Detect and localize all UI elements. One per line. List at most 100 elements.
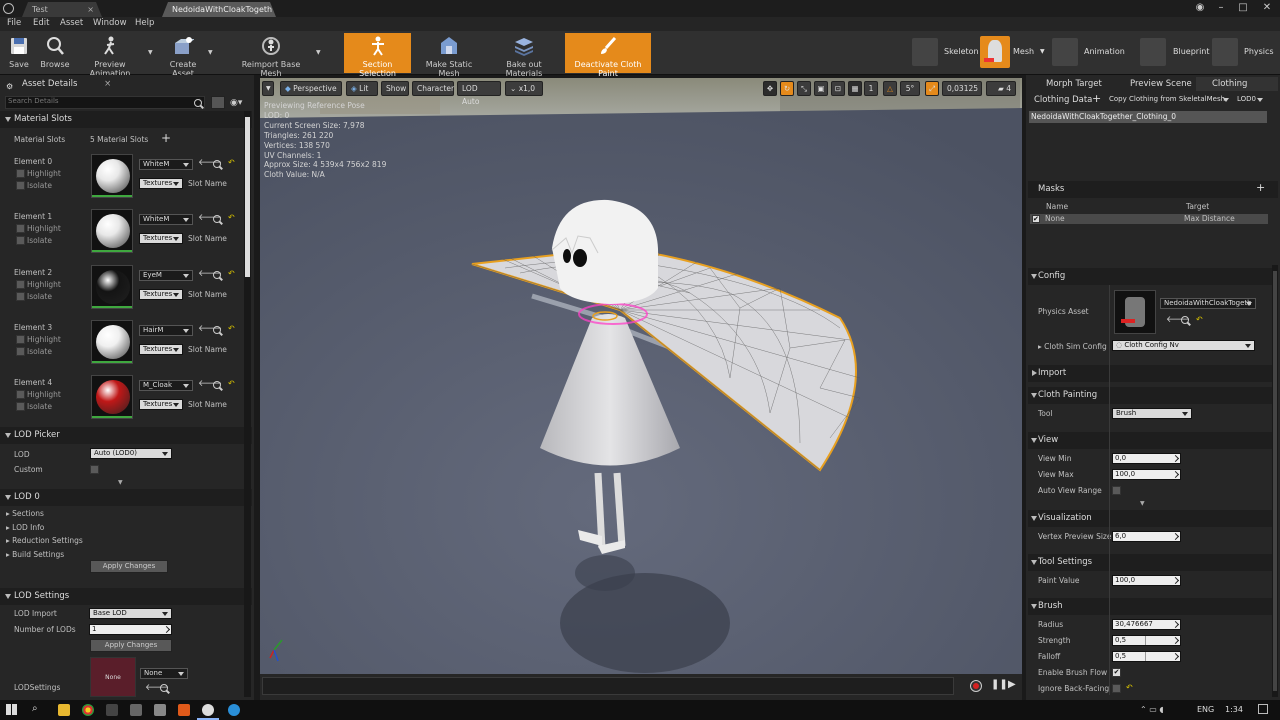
record-button[interactable]	[970, 680, 982, 692]
tab-nedoida[interactable]: NedoidaWithCloakTogeth×	[162, 2, 276, 17]
asset-details-tab[interactable]: ⚙ Asset Details ×	[0, 77, 111, 91]
cloth-painting-header[interactable]: Cloth Painting	[1028, 387, 1278, 404]
close-window-icon[interactable]: ✕	[1258, 0, 1276, 16]
taskbar-app-icon[interactable]	[106, 704, 118, 716]
browse-material-icon[interactable]	[213, 326, 221, 334]
reset-icon[interactable]: ↶	[1126, 683, 1133, 692]
material-dropdown[interactable]: WhiteM	[139, 214, 193, 225]
apply-changes-button-2[interactable]: Apply Changes	[90, 639, 172, 652]
textures-dropdown[interactable]: Textures	[139, 344, 183, 355]
telegram-icon[interactable]	[228, 704, 240, 716]
lod-picker-header[interactable]: LOD Picker	[0, 427, 252, 444]
mode-animation-button[interactable]: Animation	[1052, 36, 1136, 68]
textures-dropdown[interactable]: Textures	[139, 233, 183, 244]
unreal-engine-icon[interactable]	[202, 704, 214, 716]
taskbar-app-icon-2[interactable]	[130, 704, 142, 716]
menu-edit[interactable]: Edit	[33, 18, 49, 28]
browse-material-icon[interactable]	[213, 381, 221, 389]
brush-header[interactable]: Brush	[1028, 598, 1278, 615]
scrollbar-thumb[interactable]	[245, 117, 250, 277]
expand-arrow-icon[interactable]: ▼	[1140, 500, 1145, 507]
search-details-input[interactable]: Search Details	[5, 96, 205, 109]
close-icon[interactable]: ×	[87, 2, 94, 17]
menu-help[interactable]: Help	[135, 18, 154, 28]
reset-icon[interactable]: ↶	[1196, 315, 1203, 324]
eye-icon[interactable]: ◉▾	[230, 98, 242, 108]
taskbar-app-icon-3[interactable]	[154, 704, 166, 716]
add-material-slot-icon[interactable]: +	[161, 131, 171, 145]
material-slots-header[interactable]: Material Slots	[0, 111, 252, 128]
taskbar-app-icon-4[interactable]	[178, 704, 190, 716]
material-thumbnail[interactable]	[91, 209, 133, 253]
translate-tool-icon[interactable]: ✥	[763, 81, 777, 96]
masks-header[interactable]: Masks	[1028, 181, 1278, 198]
physics-asset-thumbnail[interactable]	[1114, 290, 1156, 334]
material-dropdown[interactable]: HairM	[139, 325, 193, 336]
add-clothing-icon[interactable]: +	[1092, 92, 1101, 105]
surface-snap-icon[interactable]: ⊡	[831, 81, 845, 96]
browse-material-icon[interactable]	[213, 160, 221, 168]
material-dropdown[interactable]: EyeM	[139, 270, 193, 281]
reimport-base-mesh-button[interactable]: Reimport Base Mesh	[232, 33, 310, 78]
view-min-input[interactable]: 0,0	[1112, 453, 1181, 464]
lod-settings-header[interactable]: LOD Settings	[0, 588, 252, 605]
config-header[interactable]: Config	[1028, 268, 1278, 285]
highlight-checkbox[interactable]	[16, 335, 25, 344]
lod-import-dropdown[interactable]: Base LOD	[89, 608, 172, 619]
chrome-icon[interactable]	[82, 704, 94, 716]
menu-asset[interactable]: Asset	[60, 18, 83, 28]
radius-input[interactable]: 30,476667	[1112, 619, 1181, 630]
timeline-scrubber[interactable]	[262, 677, 954, 695]
scale-snap-icon[interactable]: ⤢	[925, 81, 939, 96]
apply-changes-button[interactable]: Apply Changes	[90, 560, 168, 573]
search-icon[interactable]	[194, 99, 202, 107]
deactivate-cloth-paint-button[interactable]: Deactivate Cloth Paint	[565, 33, 651, 78]
browse-material-icon[interactable]	[213, 215, 221, 223]
maximize-icon[interactable]: □	[1234, 0, 1252, 16]
close-icon[interactable]: ×	[104, 79, 111, 89]
view-max-input[interactable]: 100,0	[1112, 469, 1181, 480]
enable-brush-flow-checkbox[interactable]: ✔	[1112, 668, 1121, 677]
reset-icon[interactable]: ↶	[228, 158, 235, 167]
world-local-icon[interactable]: ▣	[814, 81, 828, 96]
highlight-checkbox[interactable]	[16, 224, 25, 233]
expand-arrow-icon[interactable]: ▼	[118, 479, 123, 486]
show-button[interactable]: Show	[381, 81, 409, 96]
lod0-header[interactable]: LOD 0	[0, 489, 252, 506]
isolate-checkbox[interactable]	[16, 347, 25, 356]
reset-icon[interactable]: ↶	[228, 213, 235, 222]
pause-icon[interactable]: ❚❚	[991, 679, 1008, 690]
paint-value-input[interactable]: 100,0	[1112, 575, 1181, 586]
physics-asset-dropdown[interactable]: NedoidaWithCloakTogeth	[1160, 298, 1256, 309]
mode-mesh-button[interactable]: Mesh	[980, 36, 1036, 68]
tool-settings-header[interactable]: Tool Settings	[1028, 554, 1278, 571]
lod0-item[interactable]: ▸ LOD Info	[6, 523, 44, 533]
mode-skeleton-button[interactable]: Skeleton	[912, 36, 979, 68]
textures-dropdown[interactable]: Textures	[139, 289, 183, 300]
create-asset-dropdown[interactable]: ▼	[208, 33, 214, 73]
reset-icon[interactable]: ↶	[228, 379, 235, 388]
menu-file[interactable]: File	[7, 18, 21, 28]
isolate-checkbox[interactable]	[16, 236, 25, 245]
tab-clothing[interactable]: Clothing	[1196, 77, 1278, 91]
clock[interactable]: 1:34	[1225, 705, 1243, 714]
textures-dropdown[interactable]: Textures	[139, 178, 183, 189]
camera-speed-button[interactable]: ▰ 4	[986, 81, 1016, 96]
playback-speed-button[interactable]: ⌄ x1,0	[505, 81, 543, 96]
material-thumbnail[interactable]	[91, 320, 133, 364]
visualization-header[interactable]: Visualization	[1028, 510, 1278, 527]
system-tray-icons[interactable]: ⌃ ▭ ◖	[1140, 705, 1164, 714]
preview-animation-dropdown[interactable]: ▼	[148, 33, 154, 73]
mode-physics-button[interactable]: Physics	[1212, 36, 1278, 68]
tab-morph-target[interactable]: Morph Target	[1030, 77, 1102, 91]
tab-preview-scene[interactable]: Preview Scene	[1114, 77, 1192, 91]
lod0-item[interactable]: ▸ Reduction Settings	[6, 536, 83, 546]
perspective-button[interactable]: ◆ Perspective	[280, 81, 342, 96]
textures-dropdown[interactable]: Textures	[139, 399, 183, 410]
vertex-preview-size-input[interactable]: 6,0	[1112, 531, 1181, 542]
scale-snap-size[interactable]: 0,03125	[942, 81, 982, 96]
preview-animation-button[interactable]: Preview Animation	[74, 33, 146, 78]
reset-icon[interactable]: ↶	[228, 269, 235, 278]
profile-icon[interactable]: ◉	[1192, 0, 1208, 16]
import-header[interactable]: Import	[1028, 365, 1278, 382]
